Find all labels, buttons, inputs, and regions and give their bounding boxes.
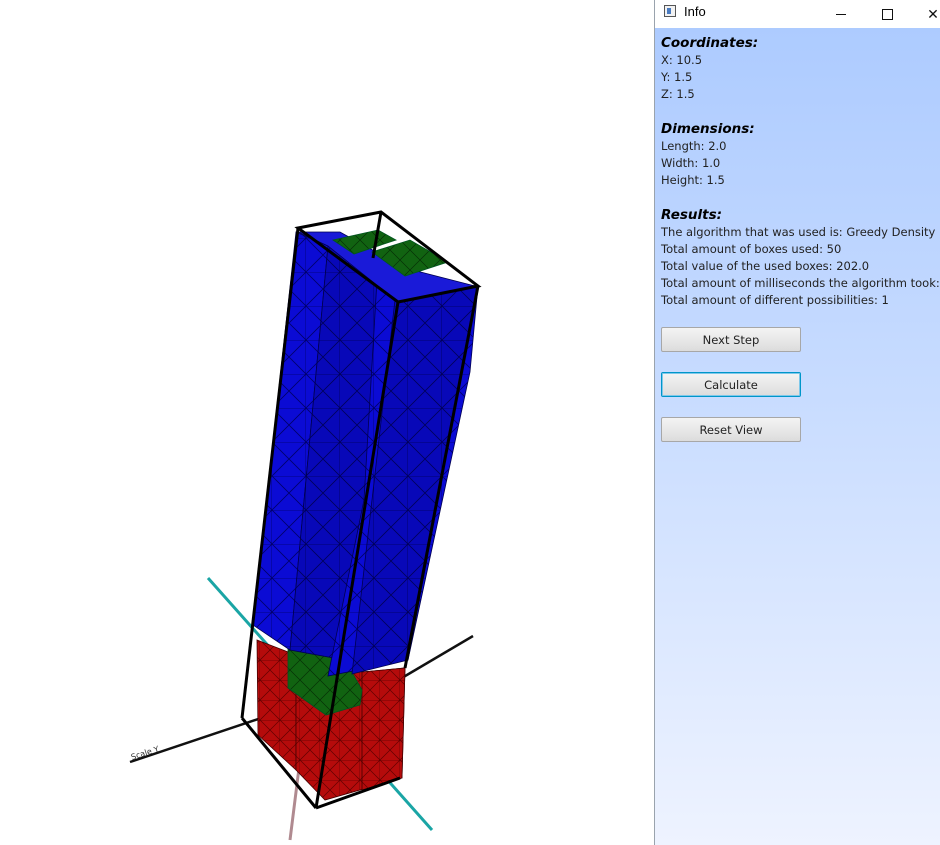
axis-label: Scale Y [130, 744, 160, 762]
results-heading: Results: [661, 207, 723, 223]
result-boxes: Total amount of boxes used: 50 [661, 242, 842, 256]
maximize-icon [881, 8, 893, 20]
reset-view-button[interactable]: Reset View [661, 417, 801, 442]
close-button[interactable]: ✕ [910, 0, 940, 28]
dimension-height: Height: 1.5 [661, 173, 725, 187]
title-bar[interactable]: Info ✕ [655, 0, 940, 28]
3d-viewport[interactable]: Scale Y [0, 0, 654, 845]
window-title: Info [684, 4, 706, 19]
coordinate-y: Y: 1.5 [661, 70, 693, 84]
dimension-length: Length: 2.0 [661, 139, 727, 153]
coordinates-section: Coordinates: X: 10.5 Y: 1.5 Z: 1.5 [661, 35, 934, 103]
window-app-icon [664, 5, 676, 17]
coordinate-z: Z: 1.5 [661, 87, 695, 101]
next-step-button[interactable]: Next Step [661, 327, 801, 352]
coordinates-heading: Coordinates: [661, 35, 759, 51]
minimize-button[interactable] [818, 0, 864, 28]
result-algorithm: The algorithm that was used is: Greedy D… [661, 225, 936, 239]
dimensions-heading: Dimensions: [661, 121, 755, 137]
close-icon: ✕ [927, 5, 939, 22]
info-panel: Coordinates: X: 10.5 Y: 1.5 Z: 1.5 Dimen… [655, 28, 940, 845]
minimize-icon [836, 13, 846, 15]
results-section: Results: The algorithm that was used is:… [661, 207, 940, 309]
calculate-button[interactable]: Calculate [661, 372, 801, 397]
result-possibilities: Total amount of different possibilities:… [661, 293, 889, 307]
button-group: Next Step Calculate Reset View [661, 327, 934, 442]
result-value: Total value of the used boxes: 202.0 [661, 259, 870, 273]
maximize-button[interactable] [864, 0, 910, 28]
dimensions-section: Dimensions: Length: 2.0 Width: 1.0 Heigh… [661, 121, 934, 189]
info-window: Info ✕ Coordinates: X: 10.5 Y: 1.5 Z: 1.… [654, 0, 940, 845]
3d-scene: Scale Y [129, 210, 482, 841]
dimension-width: Width: 1.0 [661, 156, 721, 170]
red-box-right [361, 667, 406, 791]
coordinate-x: X: 10.5 [661, 53, 703, 67]
result-milliseconds: Total amount of milliseconds the algorit… [661, 276, 940, 290]
